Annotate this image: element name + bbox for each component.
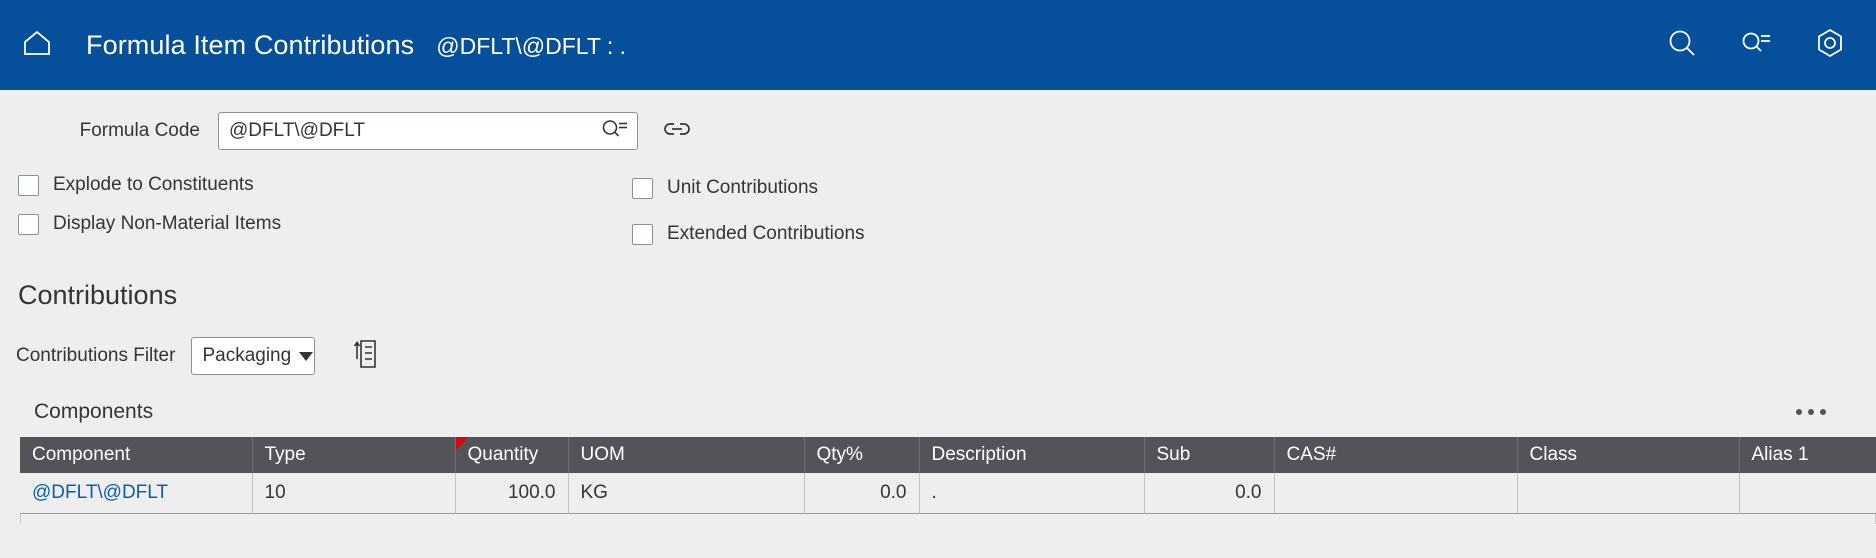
column-header-quantity[interactable]: Quantity <box>455 437 569 473</box>
filter-form: Formula Code @DFLT\@DFLT Explode to Cons… <box>0 90 1876 266</box>
overflow-dots-icon <box>1808 409 1814 415</box>
checkbox-box[interactable] <box>632 223 653 245</box>
cell-sub: 0.0 <box>1144 473 1275 514</box>
components-table: Component Type Quantity UOM Qty% Descrip… <box>20 437 1876 514</box>
page-subtitle: @DFLT\@DFLT : . <box>436 32 627 59</box>
contributions-heading: Contributions <box>18 280 178 310</box>
chevron-down-icon <box>299 351 314 361</box>
column-header-type[interactable]: Type <box>252 437 456 473</box>
cell-class <box>1517 473 1740 514</box>
query-search-icon <box>601 118 629 145</box>
components-toolbar: Components <box>0 395 1876 429</box>
formula-code-row: Formula Code <box>0 112 1876 150</box>
cell-qty-percent: 0.0 <box>804 473 920 514</box>
contributions-filter-label: Contributions Filter <box>16 345 176 366</box>
search-icon <box>1666 27 1698 64</box>
column-header-description[interactable]: Description <box>919 437 1145 473</box>
checkbox-extended-contributions[interactable]: Extended Contributions <box>632 223 865 245</box>
column-header-qty-percent[interactable]: Qty% <box>804 437 920 473</box>
sort-button[interactable] <box>351 339 383 374</box>
app-header: Formula Item Contributions @DFLT\@DFLT :… <box>0 0 1876 90</box>
overflow-menu-button[interactable] <box>1790 403 1832 421</box>
cell-description: . <box>919 473 1145 514</box>
checkbox-label: Unit Contributions <box>667 177 819 198</box>
home-button[interactable] <box>14 22 60 68</box>
cell-quantity: 100.0 <box>455 473 569 514</box>
column-header-uom[interactable]: UOM <box>568 437 805 473</box>
search-button[interactable] <box>1662 25 1702 65</box>
cell-uom: KG <box>568 473 805 514</box>
open-link-button[interactable] <box>660 114 694 148</box>
checkbox-display-non-material-items[interactable]: Display Non-Material Items <box>18 213 281 235</box>
query-search-icon <box>1740 29 1772 62</box>
column-header-sub[interactable]: Sub <box>1144 437 1275 473</box>
chain-link-icon <box>662 119 692 144</box>
cell-type: 10 <box>252 473 456 514</box>
sort-ascending-document-icon <box>354 339 380 374</box>
value-help-search-button[interactable] <box>1736 25 1776 65</box>
component-link[interactable]: @DFLT\@DFLT <box>32 482 168 503</box>
home-pentagon-icon <box>22 29 52 62</box>
page-body: Formula Code @DFLT\@DFLT Explode to Cons… <box>0 90 1876 558</box>
formula-code-input-wrapper[interactable] <box>218 112 638 150</box>
cell-component: @DFLT\@DFLT <box>20 473 253 514</box>
table-row[interactable]: @DFLT\@DFLT 10 100.0 KG 0.0 . 0.0 <box>20 473 1876 514</box>
formula-code-value-help-button[interactable] <box>601 118 629 145</box>
checkbox-label: Extended Contributions <box>667 223 865 244</box>
contributions-filter-value: Packaging <box>202 345 292 366</box>
options-checkbox-group: Explode to Constituents Display Non-Mate… <box>0 174 1876 266</box>
checkbox-box[interactable] <box>18 174 39 196</box>
settings-button[interactable] <box>1810 25 1850 65</box>
table-header-row: Component Type Quantity UOM Qty% Descrip… <box>20 437 1876 473</box>
contributions-filter-select[interactable]: Packaging <box>191 337 316 375</box>
checkbox-label: Explode to Constituents <box>53 174 254 195</box>
overflow-dots-icon <box>1796 409 1802 415</box>
column-header-class[interactable]: Class <box>1517 437 1740 473</box>
column-header-alias1[interactable]: Alias 1 <box>1739 437 1876 473</box>
checkbox-label: Display Non-Material Items <box>53 213 282 234</box>
cell-alias1 <box>1739 473 1876 514</box>
header-actions <box>1662 25 1850 65</box>
column-header-cas[interactable]: CAS# <box>1274 437 1518 473</box>
contributions-filter-row: Contributions Filter Packaging <box>0 337 1876 375</box>
formula-code-input[interactable] <box>219 113 637 149</box>
table-next-row-partial <box>20 513 1876 524</box>
formula-code-label: Formula Code <box>79 120 200 141</box>
components-caption: Components <box>34 400 154 423</box>
checkbox-unit-contributions[interactable]: Unit Contributions <box>632 177 818 199</box>
components-table-block: Components Component Type Quantity UOM Q… <box>0 395 1876 524</box>
page-title: Formula Item Contributions <box>86 29 415 60</box>
overflow-dots-icon <box>1820 409 1826 415</box>
settings-hexagon-icon <box>1814 27 1846 64</box>
checkbox-box[interactable] <box>632 177 653 199</box>
cell-cas <box>1274 473 1518 514</box>
checkbox-box[interactable] <box>18 213 39 235</box>
column-header-component[interactable]: Component <box>20 437 253 473</box>
header-title-group: Formula Item Contributions @DFLT\@DFLT :… <box>86 30 1662 61</box>
checkbox-explode-to-constituents[interactable]: Explode to Constituents <box>18 174 254 196</box>
